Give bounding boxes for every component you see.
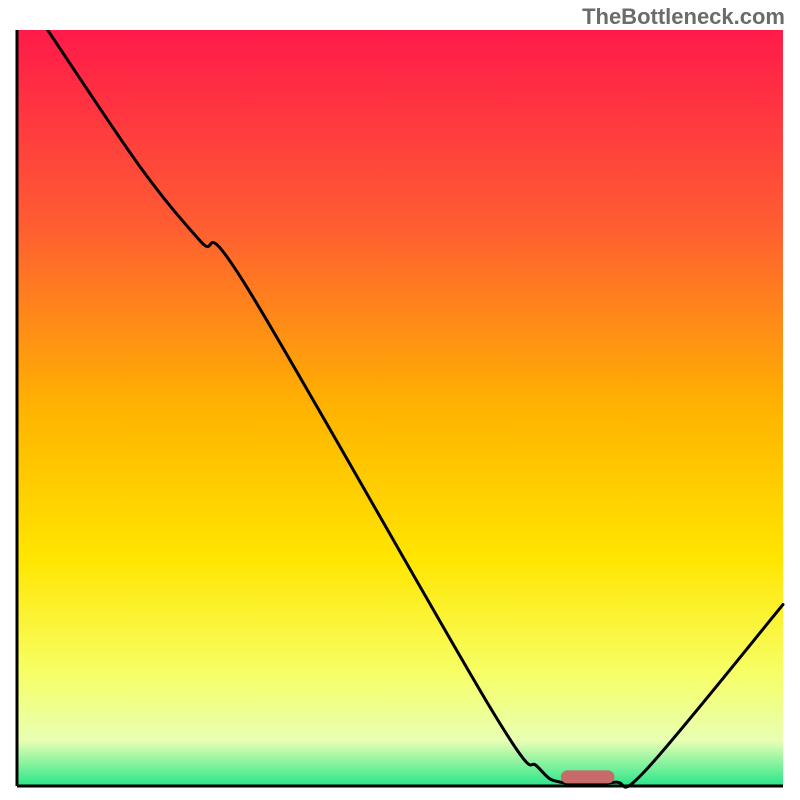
optimal-marker <box>561 770 615 783</box>
attribution-label: TheBottleneck.com <box>582 4 785 30</box>
chart-svg <box>15 30 785 790</box>
chart-background <box>17 30 783 786</box>
bottleneck-chart <box>15 30 785 790</box>
